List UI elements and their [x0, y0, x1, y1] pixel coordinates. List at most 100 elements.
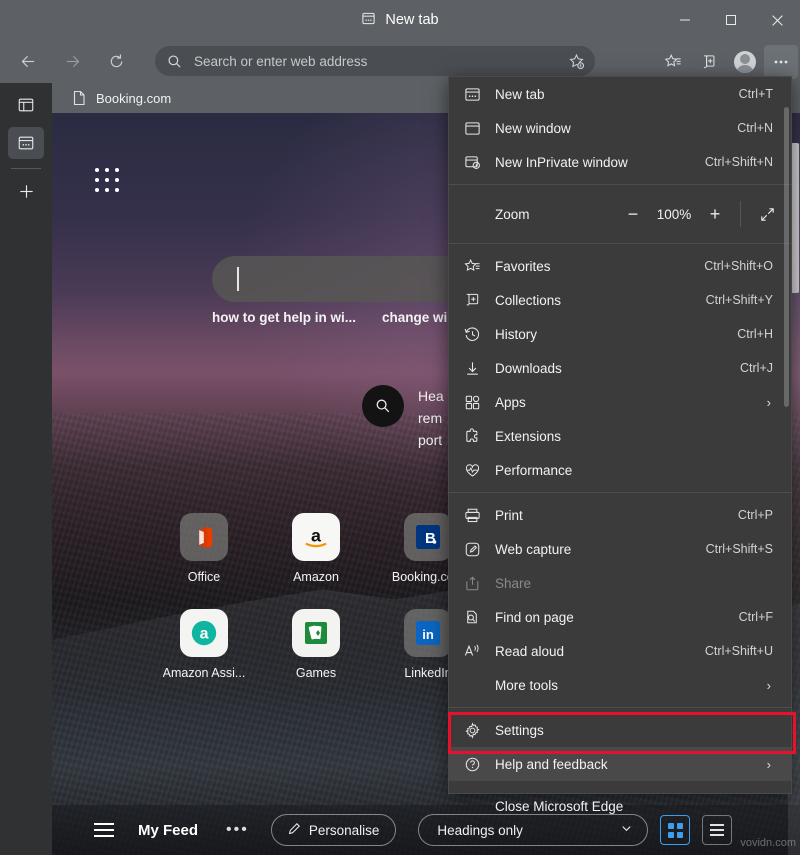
find-on-page-icon	[449, 609, 495, 626]
avatar	[734, 50, 756, 73]
tile-label: LinkedIn	[404, 666, 452, 680]
menu-item-label: Web capture	[495, 541, 572, 557]
menu-item-collections[interactable]: Collections Ctrl+Shift+Y	[449, 283, 791, 317]
menu-item-label: Favorites	[495, 258, 551, 274]
fullscreen-icon[interactable]	[751, 199, 783, 229]
personalise-label: Personalise	[308, 822, 380, 838]
address-bar[interactable]: Search or enter web address	[155, 46, 595, 76]
tile-games[interactable]: Games	[260, 609, 372, 705]
title-bar: New tab	[0, 0, 800, 40]
hamburger-icon[interactable]	[94, 823, 114, 837]
new-window-icon	[449, 120, 495, 137]
menu-item-help-and-feedback[interactable]: Help and feedback ›	[449, 747, 791, 781]
menu-divider	[449, 492, 791, 493]
back-arrow-icon[interactable]	[10, 47, 46, 77]
forward-arrow-icon[interactable]	[54, 47, 90, 77]
menu-divider	[449, 243, 791, 244]
tile-amazon-assistant[interactable]: a Amazon Assi...	[148, 609, 260, 705]
menu-item-performance[interactable]: Performance	[449, 453, 791, 487]
menu-item-label: New InPrivate window	[495, 154, 628, 170]
menu-item-more-tools[interactable]: More tools ›	[449, 668, 791, 702]
extensions-puzzle-icon	[449, 427, 495, 445]
minimize-button[interactable]	[662, 0, 708, 40]
feed-title: My Feed	[138, 821, 199, 839]
menu-item-new-window[interactable]: New window Ctrl+N	[449, 111, 791, 145]
menu-item-find-on-page[interactable]: Find on page Ctrl+F	[449, 600, 791, 634]
collections-icon[interactable]	[692, 45, 726, 79]
share-icon	[449, 575, 495, 592]
vertical-tabs-toggle[interactable]	[8, 89, 44, 121]
download-arrow-icon	[449, 360, 495, 377]
layout-value: Headings only	[437, 822, 523, 838]
tile-label: Office	[187, 570, 221, 584]
personalise-button[interactable]: Personalise	[270, 814, 397, 846]
menu-item-apps[interactable]: Apps ›	[449, 385, 791, 419]
menu-item-new-tab[interactable]: New tab Ctrl+T	[449, 77, 791, 111]
menu-divider	[449, 184, 791, 185]
menu-scrollbar-thumb[interactable]	[784, 107, 789, 407]
collections-icon	[449, 292, 495, 309]
zoom-label: Zoom	[495, 206, 530, 222]
menu-item-downloads[interactable]: Downloads Ctrl+J	[449, 351, 791, 385]
browser-settings-menu: New tab Ctrl+T New window Ctrl+N New InP…	[448, 76, 792, 814]
amazon-logo: a	[292, 513, 340, 561]
tile-amazon[interactable]: a Amazon	[260, 513, 372, 609]
sidebar-item-tab-booking[interactable]	[8, 127, 44, 159]
menu-item-accelerator: Ctrl+Shift+U	[704, 644, 773, 658]
browser-window: New tab Search or enter web address Book…	[0, 0, 800, 855]
refresh-icon[interactable]	[98, 47, 134, 77]
menu-item-label: History	[495, 326, 538, 342]
menu-item-label: Find on page	[495, 609, 574, 625]
menu-item-new-inprivate-window[interactable]: New InPrivate window Ctrl+Shift+N	[449, 145, 791, 179]
menu-item-accelerator: Ctrl+Shift+O	[704, 259, 773, 273]
text-caret	[237, 267, 239, 291]
menu-item-favorites[interactable]: Favorites Ctrl+Shift+O	[449, 249, 791, 283]
rail-divider	[11, 168, 41, 169]
menu-item-label: Collections	[495, 292, 562, 308]
menu-item-accelerator: Ctrl+F	[738, 610, 773, 624]
tile-office[interactable]: Office	[148, 513, 260, 609]
zoom-value: 100%	[656, 206, 692, 222]
menu-item-read-aloud[interactable]: Read aloud Ctrl+Shift+U	[449, 634, 791, 668]
maximize-button[interactable]	[708, 0, 754, 40]
pencil-icon	[288, 822, 301, 838]
menu-scrollbar[interactable]	[784, 107, 791, 587]
menu-item-label: Close Microsoft Edge	[495, 798, 624, 814]
shortcut-tiles: Office a Amazon B Booking.com a Amazon A…	[148, 513, 484, 705]
app-launcher-icon[interactable]	[95, 168, 121, 194]
favorites-hub-icon[interactable]	[656, 45, 690, 79]
new-tab-icon	[449, 86, 495, 103]
new-tab-button[interactable]	[8, 175, 44, 207]
add-favorite-icon[interactable]	[568, 53, 585, 70]
favorites-star-icon	[449, 258, 495, 275]
search-icon[interactable]	[362, 385, 404, 427]
menu-item-accelerator: Ctrl+Shift+S	[705, 542, 773, 556]
linkedin-logo: in	[404, 609, 452, 657]
chevron-right-icon: ›	[766, 394, 771, 410]
menu-item-print[interactable]: Print Ctrl+P	[449, 498, 791, 532]
menu-item-label: New window	[495, 120, 571, 136]
chevron-right-icon: ›	[766, 756, 771, 772]
profile-avatar-icon[interactable]	[728, 45, 762, 79]
menu-item-close-microsoft-edge[interactable]: Close Microsoft Edge	[449, 789, 791, 823]
menu-item-web-capture[interactable]: Web capture Ctrl+Shift+S	[449, 532, 791, 566]
menu-item-settings[interactable]: Settings	[449, 713, 791, 747]
menu-item-label: Print	[495, 507, 523, 523]
zoom-out-button[interactable]: −	[618, 199, 648, 229]
address-input[interactable]: Search or enter web address	[194, 54, 568, 69]
menu-item-extensions[interactable]: Extensions	[449, 419, 791, 453]
suggestion-0[interactable]: how to get help in wi...	[212, 310, 356, 325]
svg-text:B: B	[425, 530, 436, 547]
apps-grid-icon	[449, 394, 495, 411]
tab-title-text: New tab	[385, 12, 439, 28]
menu-item-history[interactable]: History Ctrl+H	[449, 317, 791, 351]
tab-label[interactable]: Booking.com	[96, 91, 171, 106]
ellipsis-more-icon[interactable]	[764, 44, 798, 79]
zoom-in-button[interactable]: +	[700, 199, 730, 229]
close-button[interactable]	[754, 0, 800, 40]
ellipsis-icon[interactable]: •••	[226, 821, 249, 839]
read-aloud-icon	[449, 642, 495, 660]
menu-item-accelerator: Ctrl+H	[737, 327, 773, 341]
games-cards-logo	[292, 609, 340, 657]
chevron-down-icon	[620, 822, 633, 838]
